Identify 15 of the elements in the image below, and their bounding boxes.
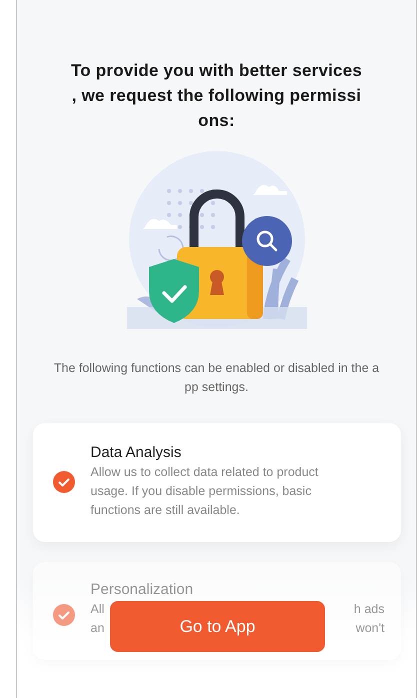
title-line: , we request the following permissi	[72, 85, 362, 107]
subtitle-line: pp settings.	[184, 379, 248, 396]
description-fragment: h ads	[354, 601, 384, 618]
go-to-app-button[interactable]: Go to App	[110, 601, 325, 652]
checkbox[interactable]	[52, 604, 74, 626]
description-fragment: an	[90, 620, 104, 637]
checkbox[interactable]	[52, 470, 74, 492]
title-line: ons:	[198, 110, 235, 132]
description-fragment: All	[90, 601, 104, 618]
permission-title: Data Analysis	[90, 443, 182, 463]
permission-description: Allow us to collect data related to product usage. If you disable permissions, basic functions are still available.	[90, 464, 320, 519]
subtitle-line: The following functions can be enabled or disabled in the a	[54, 360, 380, 377]
description-fragment: won't	[356, 620, 384, 637]
title-line: To provide you with better services	[70, 60, 362, 82]
permission-title: Personalization	[90, 580, 194, 600]
